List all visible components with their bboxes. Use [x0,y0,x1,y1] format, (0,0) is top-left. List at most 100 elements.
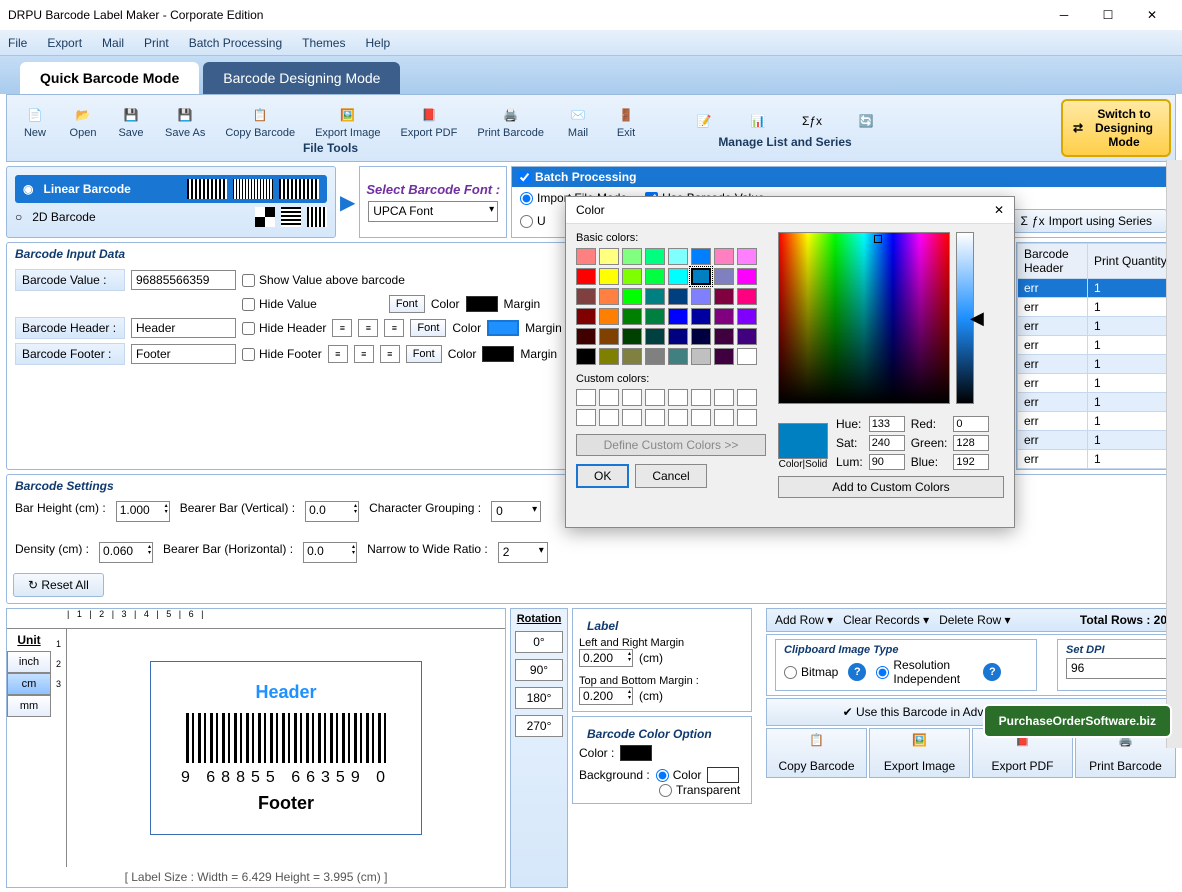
sat-input[interactable] [869,435,905,451]
toolbar-save[interactable]: 💾Save [107,101,155,141]
menu-export[interactable]: Export [47,36,82,50]
table-row[interactable]: err1 [1018,412,1175,431]
basic-color-swatch[interactable] [668,308,688,325]
density-spinner[interactable]: 0.060 [99,542,153,563]
header-align-right[interactable]: ≡ [384,319,404,337]
dpi-select[interactable]: 96 [1066,658,1182,679]
import-series-button[interactable]: Σƒx Import using Series [1006,209,1168,233]
header-align-left[interactable]: ≡ [332,319,352,337]
color-gradient-picker[interactable] [778,232,950,404]
table-row[interactable]: err1 [1018,393,1175,412]
basic-color-swatch[interactable] [576,268,596,285]
custom-color-swatch[interactable] [714,389,734,406]
basic-color-swatch[interactable] [691,328,711,345]
basic-color-swatch[interactable] [622,308,642,325]
barcode-header-input[interactable] [131,318,236,338]
linear-barcode-option[interactable]: ◉Linear Barcode [15,175,327,203]
basic-color-swatch[interactable] [668,248,688,265]
batch-enable-checkbox[interactable] [518,171,531,184]
basic-color-swatch[interactable] [645,308,665,325]
barcode-color-swatch[interactable] [620,745,652,761]
define-custom-colors-button[interactable]: Define Custom Colors >> [576,434,766,456]
footer-align-center[interactable]: ≡ [354,345,374,363]
minimize-button[interactable]: ─ [1042,0,1086,30]
red-input[interactable] [953,416,989,432]
table-col-qty[interactable]: Print Quantity [1088,244,1175,279]
basic-color-swatch[interactable] [737,288,757,305]
basic-color-swatch[interactable] [599,348,619,365]
basic-color-swatch[interactable] [622,288,642,305]
basic-color-swatch[interactable] [668,348,688,365]
custom-color-swatch[interactable] [645,409,665,426]
header-font-button[interactable]: Font [410,319,446,337]
char-group-select[interactable]: 0 [491,501,541,522]
custom-color-swatch[interactable] [645,389,665,406]
value-font-button[interactable]: Font [389,295,425,313]
tb-margin-spinner[interactable]: 0.200 [579,687,633,705]
menu-help[interactable]: Help [365,36,390,50]
add-row-link[interactable]: Add Row [775,613,824,627]
delete-row-link[interactable]: Delete Row [939,613,1001,627]
basic-color-swatch[interactable] [714,248,734,265]
bg-color-radio[interactable]: Color [656,768,702,782]
barcode-font-select[interactable]: UPCA Font [368,201,498,222]
toolbar-list-excel[interactable]: 📊 [734,107,782,135]
toolbar-mail[interactable]: ✉️Mail [554,101,602,141]
export-image-button[interactable]: 🖼️Export Image [869,728,970,778]
green-input[interactable] [953,435,989,451]
vertical-scrollbar[interactable] [1166,160,1182,748]
clear-records-link[interactable]: Clear Records [843,613,920,627]
unit-mm[interactable]: mm [7,695,51,717]
bar-height-spinner[interactable]: 1.000 [116,501,170,522]
maximize-button[interactable]: ☐ [1086,0,1130,30]
toolbar-saveas[interactable]: 💾Save As [155,101,215,141]
footer-align-right[interactable]: ≡ [380,345,400,363]
rotate-270[interactable]: 270° [515,715,563,737]
basic-color-swatch[interactable] [737,268,757,285]
bearer-h-spinner[interactable]: 0.0 [303,542,357,563]
2d-barcode-option[interactable]: ○2D Barcode [15,207,327,227]
table-row[interactable]: err1 [1018,431,1175,450]
color-dialog-close[interactable]: ✕ [994,203,1004,217]
footer-align-left[interactable]: ≡ [328,345,348,363]
table-col-header[interactable]: Barcode Header [1018,244,1088,279]
basic-color-swatch[interactable] [737,328,757,345]
basic-color-swatch[interactable] [691,248,711,265]
custom-color-swatch[interactable] [576,389,596,406]
basic-color-swatch[interactable] [599,268,619,285]
hide-header-check[interactable]: Hide Header [242,321,326,335]
header-color-swatch[interactable] [487,320,519,336]
toolbar-print[interactable]: 🖨️Print Barcode [467,101,554,141]
custom-color-swatch[interactable] [622,409,642,426]
menu-print[interactable]: Print [144,36,169,50]
switch-designing-mode-button[interactable]: ⇄Switch to Designing Mode [1061,99,1171,157]
rotate-0[interactable]: 0° [515,631,563,653]
toolbar-new[interactable]: 📄New [11,101,59,141]
basic-color-swatch[interactable] [576,308,596,325]
table-row[interactable]: err1 [1018,355,1175,374]
custom-color-swatch[interactable] [691,389,711,406]
basic-color-swatch[interactable] [691,348,711,365]
menu-file[interactable]: File [8,36,27,50]
basic-color-swatch[interactable] [691,268,711,285]
toolbar-copy[interactable]: 📋Copy Barcode [215,101,305,141]
bg-color-swatch[interactable] [707,767,739,783]
barcode-value-input[interactable] [131,270,236,290]
basic-color-swatch[interactable] [576,288,596,305]
show-value-check[interactable]: Show Value above barcode [242,273,405,287]
basic-color-swatch[interactable] [714,288,734,305]
header-align-center[interactable]: ≡ [358,319,378,337]
color-ok-button[interactable]: OK [576,464,629,488]
basic-color-swatch[interactable] [691,288,711,305]
basic-color-swatch[interactable] [576,348,596,365]
custom-color-swatch[interactable] [599,389,619,406]
toolbar-export-pdf[interactable]: 📕Export PDF [391,101,468,141]
hide-value-check[interactable]: Hide Value [242,297,317,311]
footer-color-swatch[interactable] [482,346,514,362]
custom-color-swatch[interactable] [622,389,642,406]
basic-color-swatch[interactable] [622,248,642,265]
basic-color-swatch[interactable] [645,268,665,285]
add-custom-color-button[interactable]: Add to Custom Colors [778,476,1004,498]
bearer-v-spinner[interactable]: 0.0 [305,501,359,522]
toolbar-list-fx[interactable]: Σƒx [788,107,836,135]
